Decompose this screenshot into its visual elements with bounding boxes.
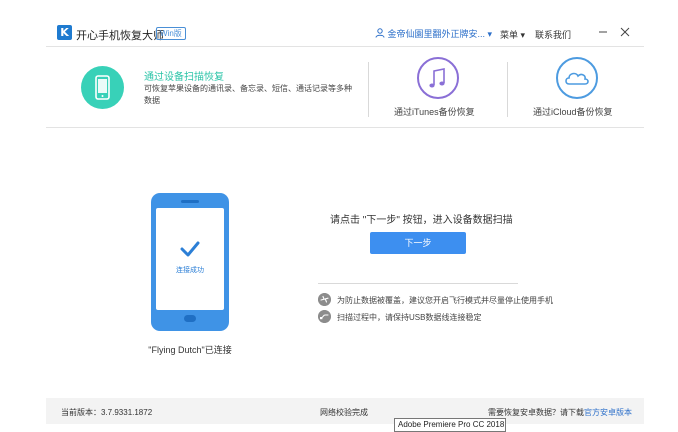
phone-speaker xyxy=(181,200,199,203)
user-icon xyxy=(375,28,385,38)
phone-home-button xyxy=(184,315,196,322)
mode-separator xyxy=(507,62,508,117)
cloud-icon xyxy=(565,72,589,85)
next-step-button[interactable]: 下一步 xyxy=(370,232,466,254)
contact-us-link[interactable]: 联系我们 xyxy=(535,28,571,41)
app-title: 开心手机恢复大师 xyxy=(76,30,164,42)
close-icon[interactable] xyxy=(620,27,630,37)
connection-status: 连接成功 xyxy=(176,267,204,274)
menu-dropdown-icon: ▾ xyxy=(520,30,526,40)
itunes-mode-button[interactable] xyxy=(417,57,459,99)
phone-screen: 连接成功 xyxy=(156,208,224,310)
scan-instruction: 请点击 "下一步" 按钮，进入设备数据扫描 xyxy=(330,215,513,226)
title-divider xyxy=(46,46,644,47)
phone-illustration: 连接成功 xyxy=(151,193,229,331)
user-name: 金帝仙園里翻外正牌安... xyxy=(387,29,486,39)
android-prompt-text: 需要恢复安卓数据？请下载 xyxy=(488,408,584,417)
device-scan-title[interactable]: 通过设备扫描恢复 xyxy=(144,68,224,83)
user-account-dropdown[interactable]: 金帝仙園里翻外正牌安... ▾ xyxy=(375,27,492,40)
minimize-icon[interactable] xyxy=(598,27,608,37)
win-version-badge: Win版 xyxy=(156,27,186,40)
device-name: "Flying Dutch"已连接 xyxy=(148,345,232,355)
airplane-icon xyxy=(318,293,331,306)
airplane-mode-tip: 为防止数据被覆盖，建议您开启飞行模式并尽量停止使用手机 xyxy=(337,296,553,305)
app-logo-icon: K xyxy=(57,25,72,40)
device-scan-mode-button[interactable] xyxy=(81,66,124,109)
network-status: 网络校验完成 xyxy=(320,408,368,417)
icloud-mode-button[interactable] xyxy=(556,57,598,99)
android-version-link[interactable]: 官方安卓版本 xyxy=(584,408,632,417)
tips-divider xyxy=(318,283,518,284)
music-note-icon xyxy=(429,68,445,88)
device-scan-description: 可恢复苹果设备的通讯录、备忘录、短信、通话记录等多种数据 xyxy=(144,84,352,105)
phone-icon xyxy=(95,75,110,100)
usb-connection-tip: 扫描过程中，请保持USB数据线连接稳定 xyxy=(337,313,482,322)
usb-cable-icon xyxy=(318,310,331,323)
icloud-mode-label[interactable]: 通过iCloud备份恢复 xyxy=(533,105,613,118)
checkmark-icon xyxy=(180,241,200,257)
menu-button[interactable]: 菜单 ▾ xyxy=(500,28,525,41)
dropdown-icon: ▾ xyxy=(487,29,493,39)
android-download-prompt: 需要恢复安卓数据？请下载官方安卓版本 xyxy=(488,407,632,418)
mode-separator xyxy=(368,62,369,117)
menu-label: 菜单 xyxy=(500,30,519,40)
version-label: 当前版本：3.7.9331.1872 xyxy=(61,408,153,417)
itunes-mode-label[interactable]: 通过iTunes备份恢复 xyxy=(394,105,475,118)
taskbar-tooltip: Adobe Premiere Pro CC 2018 \ xyxy=(394,418,506,432)
